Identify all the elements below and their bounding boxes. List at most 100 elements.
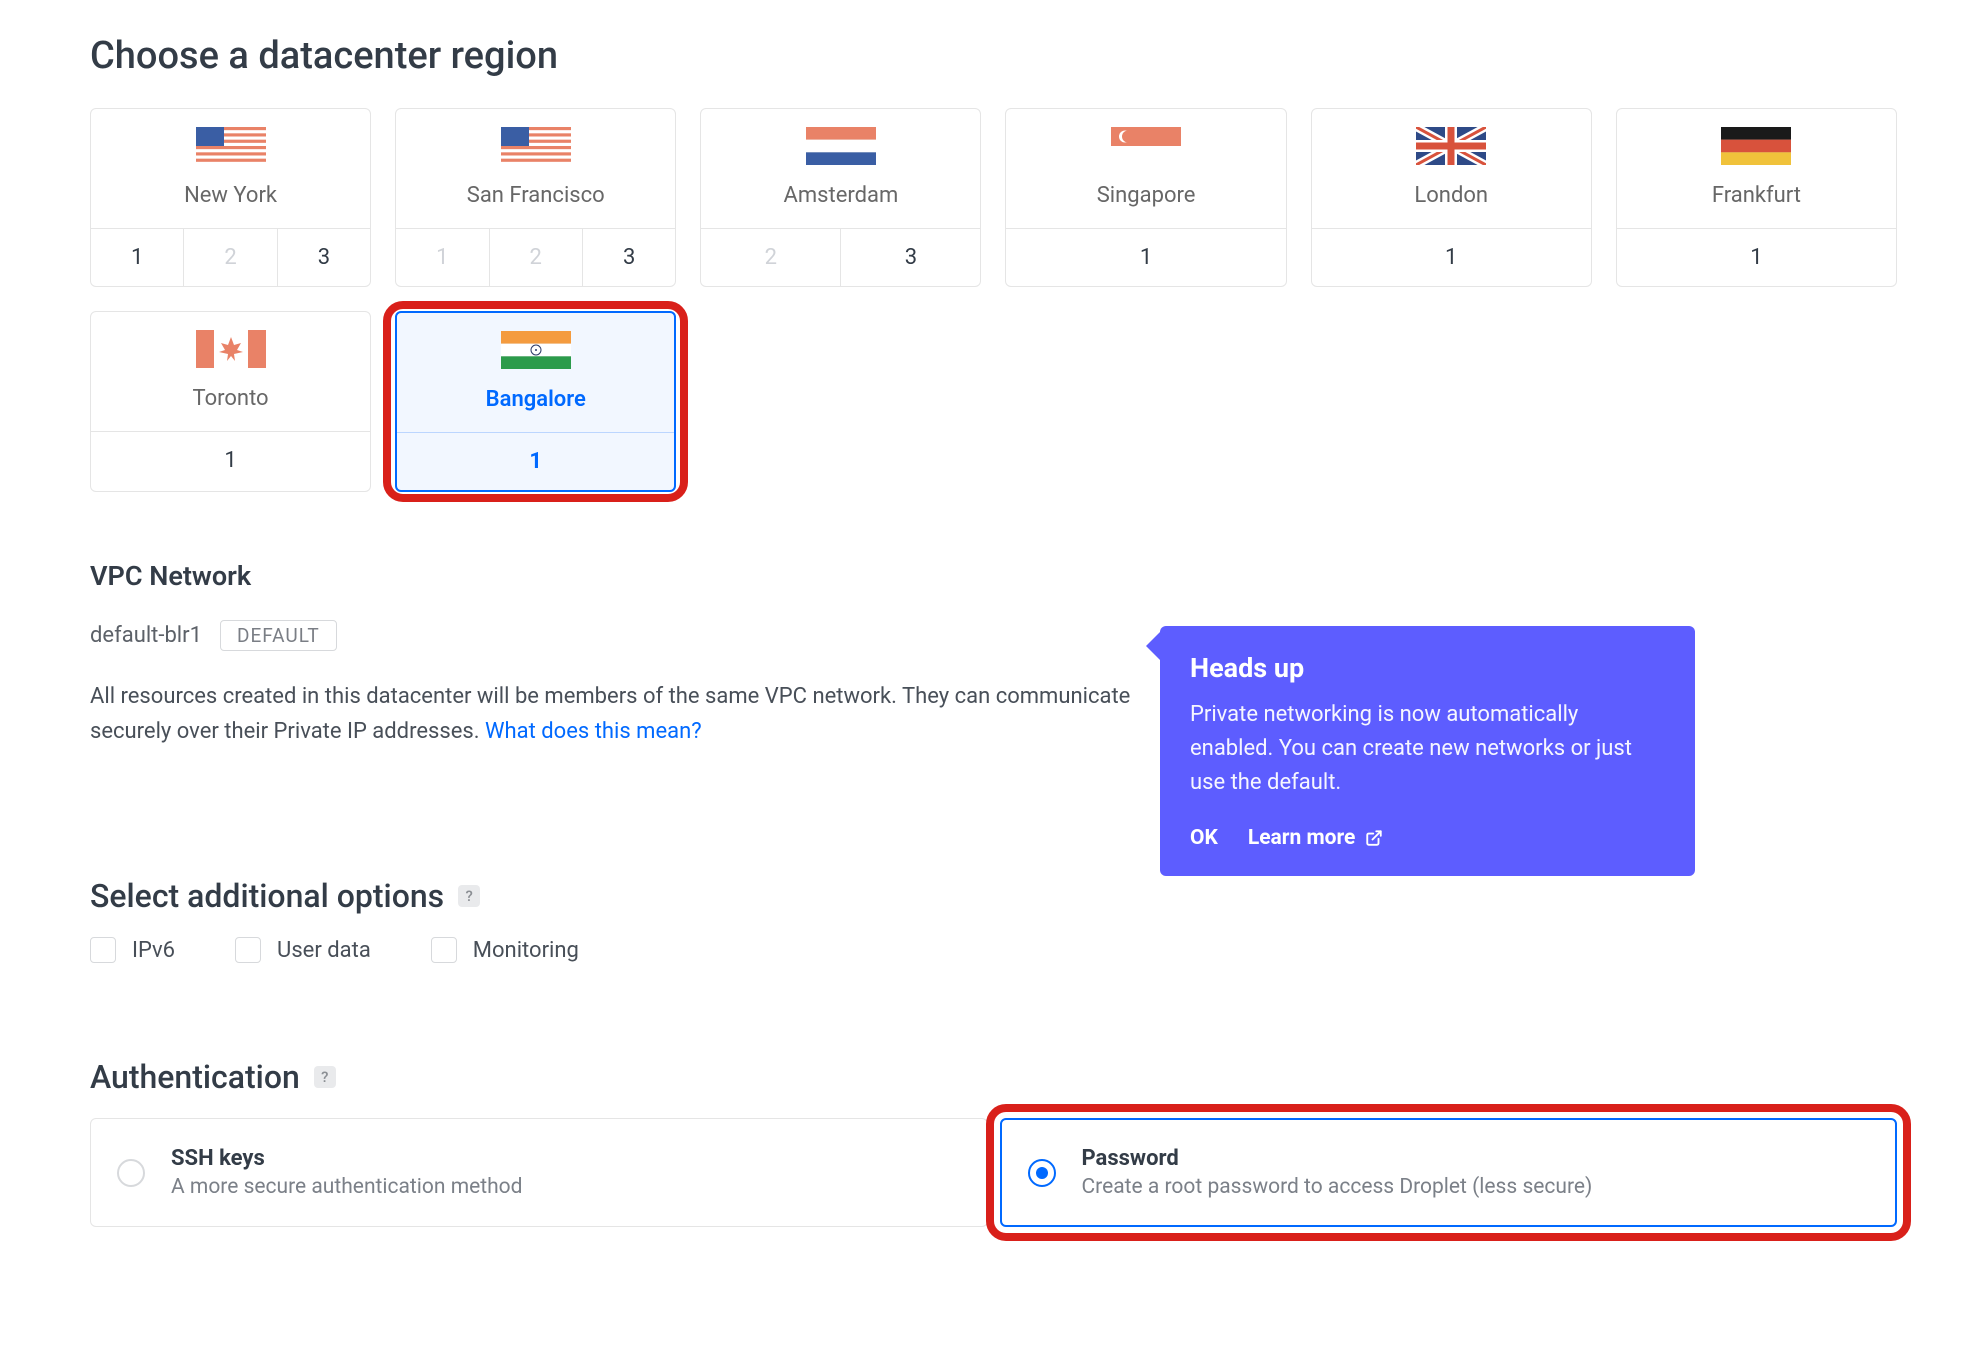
region-top: Amsterdam [701,109,980,228]
option-label: User data [277,938,371,963]
option-monitoring[interactable]: Monitoring [431,937,579,963]
region-numbers: 1 [397,432,674,490]
auth-grid: SSH keys A more secure authentication met… [90,1118,1897,1227]
region-card-amsterdam[interactable]: Amsterdam 23 [700,108,981,287]
region-card-toronto[interactable]: Toronto 1 [90,311,371,492]
region-name: New York [184,183,277,208]
headsup-ok-button[interactable]: OK [1190,826,1218,850]
region-numbers: 1 [1617,228,1896,286]
region-numbers: 1 [91,431,370,489]
region-number-button[interactable]: 1 [1617,229,1896,286]
us-flag-icon [196,127,266,165]
region-top: San Francisco [396,109,675,228]
region-numbers: 23 [701,228,980,286]
headsup-body: Private networking is now automatically … [1190,698,1665,800]
region-number-button[interactable]: 3 [583,229,675,286]
region-numbers: 1 [1006,228,1285,286]
headsup-actions: OK Learn more [1190,826,1665,850]
help-icon[interactable]: ? [458,885,480,907]
auth-card-text: Password Create a root password to access… [1082,1146,1593,1199]
ca-flag-icon [196,330,266,368]
region-number-button[interactable]: 1 [1006,229,1285,286]
vpc-desc: All resources created in this datacenter… [90,679,1135,749]
region-card-frankfurt[interactable]: Frankfurt 1 [1616,108,1897,287]
auth-card-title: SSH keys [171,1146,523,1171]
option-label: IPv6 [132,938,175,963]
radio-button[interactable] [1028,1159,1056,1187]
checkbox[interactable] [90,937,116,963]
region-card-san-francisco[interactable]: San Francisco 123 [395,108,676,287]
region-card-london[interactable]: London 1 [1311,108,1592,287]
region-top: London [1312,109,1591,228]
auth-section: Authentication ? SSH keys A more secure a… [90,1058,1897,1227]
region-name: Toronto [193,386,269,411]
auth-title-text: Authentication [90,1058,300,1096]
region-name: San Francisco [467,183,605,208]
region-top: Toronto [91,312,370,431]
region-number-button[interactable]: 1 [397,433,674,490]
region-number-button[interactable]: 3 [841,229,980,286]
in-flag-icon [501,331,571,369]
region-top: New York [91,109,370,228]
region-numbers: 123 [91,228,370,286]
region-number-button: 1 [396,229,489,286]
region-name: Singapore [1097,183,1196,208]
options-title: Select additional options ? [90,877,1897,915]
help-icon[interactable]: ? [314,1066,336,1088]
radio-button[interactable] [117,1159,145,1187]
datacenter-title: Choose a datacenter region [90,34,1897,78]
options-row: IPv6 User data Monitoring [90,937,1897,963]
options-title-text: Select additional options [90,877,444,915]
external-link-icon [1365,829,1383,847]
auth-card-subtitle: Create a root password to access Droplet… [1082,1175,1593,1199]
headsup-learn-link[interactable]: Learn more [1248,826,1384,850]
region-number-button: 2 [184,229,277,286]
region-number-button[interactable]: 1 [91,432,370,489]
vpc-section: VPC Network default-blr1 DEFAULT All res… [90,560,1897,749]
region-numbers: 123 [396,228,675,286]
auth-card-ssh-keys[interactable]: SSH keys A more secure authentication met… [90,1118,988,1227]
region-number-button: 2 [490,229,583,286]
option-ipv6[interactable]: IPv6 [90,937,175,963]
auth-card-password[interactable]: Password Create a root password to access… [1000,1118,1898,1227]
auth-card-title: Password [1082,1146,1593,1171]
options-section: Select additional options ? IPv6 User dat… [90,877,1897,963]
region-top: Singapore [1006,109,1285,228]
region-card-new-york[interactable]: New York123 [90,108,371,287]
auth-card-subtitle: A more secure authentication method [171,1175,523,1199]
radio-dot [1036,1167,1048,1179]
region-name: Amsterdam [784,183,899,208]
auth-card-text: SSH keys A more secure authentication met… [171,1146,523,1199]
headsup-title: Heads up [1190,652,1665,684]
region-top: Frankfurt [1617,109,1896,228]
vpc-default-badge: DEFAULT [220,620,337,651]
option-user-data[interactable]: User data [235,937,371,963]
sg-flag-icon [1111,127,1181,165]
auth-title: Authentication ? [90,1058,1897,1096]
region-name: London [1414,183,1488,208]
datacenter-section: Choose a datacenter region New York123 S… [90,34,1897,492]
headsup-learn-label: Learn more [1248,826,1356,850]
region-top: Bangalore [397,313,674,432]
region-number-button[interactable]: 3 [278,229,370,286]
checkbox[interactable] [431,937,457,963]
region-grid: New York123 San Francisco123Amsterdam23S… [90,108,1897,492]
vpc-desc-link[interactable]: What does this mean? [485,719,702,744]
us-flag-icon [501,127,571,165]
checkbox[interactable] [235,937,261,963]
region-numbers: 1 [1312,228,1591,286]
region-name: Frankfurt [1712,183,1801,208]
uk-flag-icon [1416,127,1486,165]
option-label: Monitoring [473,938,579,963]
vpc-title: VPC Network [90,560,1897,592]
region-number-button[interactable]: 1 [1312,229,1591,286]
region-card-singapore[interactable]: Singapore 1 [1005,108,1286,287]
de-flag-icon [1721,127,1791,165]
region-name: Bangalore [486,387,586,412]
region-card-bangalore[interactable]: Bangalore 1 [395,311,676,492]
headsup-tooltip: Heads up Private networking is now autom… [1160,626,1695,876]
nl-flag-icon [806,127,876,165]
region-number-button: 2 [701,229,841,286]
vpc-name: default-blr1 [90,623,202,648]
region-number-button[interactable]: 1 [91,229,184,286]
